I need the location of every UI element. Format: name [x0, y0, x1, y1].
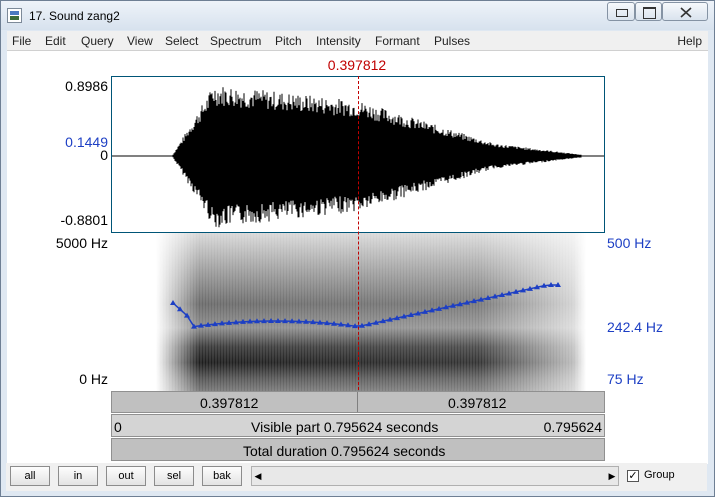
menu-formant[interactable]: Formant — [375, 34, 420, 48]
scroll-left-arrow-icon[interactable]: ◀ — [251, 466, 265, 486]
visible-part-bar[interactable]: 0 Visible part 0.795624 seconds 0.795624 — [111, 414, 605, 437]
menu-pitch[interactable]: Pitch — [275, 34, 302, 48]
window-title: 17. Sound zang2 — [29, 9, 120, 23]
total-duration-label: Total duration 0.795624 seconds — [243, 443, 446, 459]
menu-bar: File Edit Query View Select Spectrum Pit… — [7, 31, 708, 51]
horizontal-scrollbar[interactable] — [251, 466, 619, 486]
visible-part-label: Visible part 0.795624 seconds — [251, 419, 439, 435]
cursor-line — [358, 76, 359, 390]
menu-spectrum[interactable]: Spectrum — [210, 34, 261, 48]
menu-select[interactable]: Select — [165, 34, 198, 48]
menu-intensity[interactable]: Intensity — [316, 34, 361, 48]
waveform-y-min: -0.8801 — [60, 212, 108, 228]
zoom-back-button[interactable]: bak — [202, 466, 242, 486]
total-duration-bar[interactable]: Total duration 0.795624 seconds — [111, 438, 605, 461]
scroll-right-arrow-icon[interactable]: ▶ — [605, 466, 619, 486]
pitch-min-label: 75 Hz — [607, 371, 644, 387]
menu-edit[interactable]: Edit — [45, 34, 66, 48]
close-icon — [680, 7, 692, 18]
time-bar[interactable]: 0.397812 0.397812 — [111, 391, 605, 413]
group-label: Group — [644, 469, 675, 481]
pitch-max-label: 500 Hz — [607, 235, 652, 251]
zoom-all-button[interactable]: all — [10, 466, 50, 486]
visible-end-label: 0.795624 — [543, 419, 602, 435]
pitch-cursor-label: 242.4 Hz — [607, 319, 664, 335]
maximize-button[interactable] — [635, 2, 662, 21]
zoom-in-button[interactable]: in — [58, 466, 98, 486]
zoom-selection-button[interactable]: sel — [154, 466, 194, 486]
menu-view[interactable]: View — [127, 34, 153, 48]
menu-pulses[interactable]: Pulses — [434, 34, 470, 48]
time-bar-right-label: 0.397812 — [448, 395, 507, 411]
spectrogram-freq-max: 5000 Hz — [55, 235, 108, 251]
waveform-y-max: 0.8986 — [65, 78, 108, 94]
spectrogram-freq-min: 0 Hz — [79, 371, 108, 387]
visible-start-label: 0 — [114, 419, 122, 435]
group-checkbox[interactable]: ✓ — [627, 470, 639, 482]
menu-help[interactable]: Help — [677, 34, 702, 48]
menu-query[interactable]: Query — [81, 34, 114, 48]
cursor-time-label: 0.397812 — [327, 57, 387, 73]
zoom-out-button[interactable]: out — [106, 466, 146, 486]
waveform-y-zero: 0 — [100, 147, 108, 163]
title-bar[interactable]: 17. Sound zang2 — [1, 1, 714, 30]
app-icon — [7, 8, 22, 23]
minimize-button[interactable] — [607, 2, 635, 21]
time-bar-left-label: 0.397812 — [200, 395, 259, 411]
menu-file[interactable]: File — [12, 34, 31, 48]
close-button[interactable] — [662, 2, 708, 21]
